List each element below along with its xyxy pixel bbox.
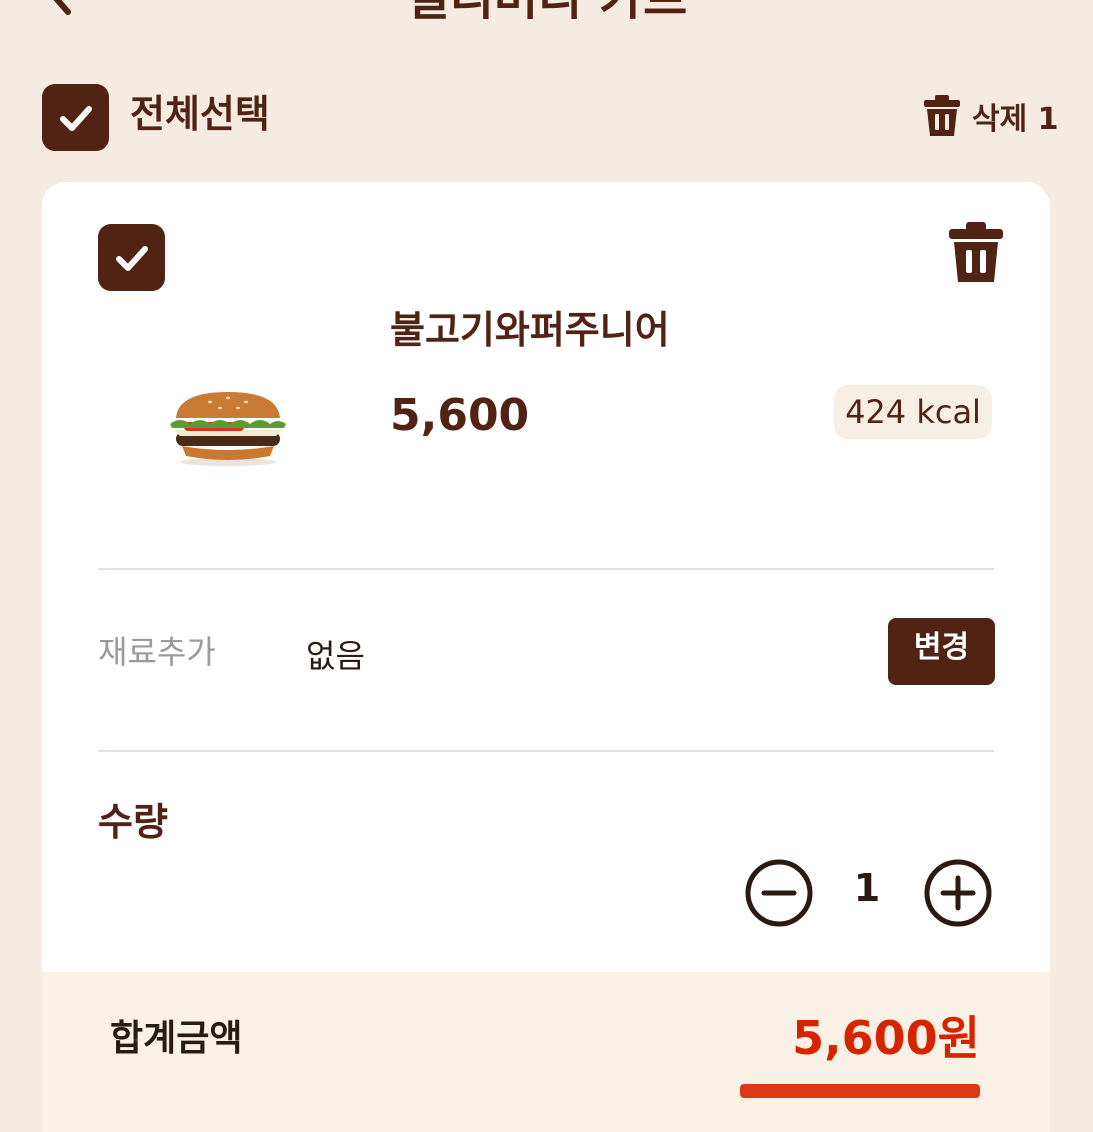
item-delete-button[interactable] xyxy=(946,220,1006,284)
top-bar: 딜리버리 카트 xyxy=(0,0,1093,26)
delete-selected-button[interactable]: 삭제 1 xyxy=(922,92,1059,140)
change-option-button[interactable]: 변경 xyxy=(888,618,995,685)
option-value: 없음 xyxy=(306,637,365,675)
item-checkbox[interactable] xyxy=(98,224,165,291)
total-subline-cutoff xyxy=(720,1074,980,1098)
divider xyxy=(98,750,994,752)
plus-circle-icon xyxy=(924,859,992,927)
check-icon xyxy=(115,245,148,271)
quantity-increase-button[interactable] xyxy=(923,858,993,928)
total-amount: 5,600원 xyxy=(792,1011,980,1065)
kcal-badge: 424 kcal xyxy=(834,385,992,439)
item-price: 5,600 xyxy=(390,390,530,441)
quantity-value: 1 xyxy=(853,866,881,910)
divider xyxy=(98,568,994,570)
trash-icon xyxy=(949,222,1003,282)
total-label: 합계금액 xyxy=(110,1018,243,1059)
option-label: 재료추가 xyxy=(98,633,216,671)
item-name: 불고기와퍼주니어 xyxy=(390,308,670,352)
burger-image xyxy=(166,390,290,466)
quantity-label: 수량 xyxy=(98,800,168,844)
cart-item-card: 불고기와퍼주니어 5,600 424 kcal 재료추가 없음 변경 수량 1 … xyxy=(42,182,1050,1132)
quantity-decrease-button[interactable] xyxy=(744,858,814,928)
check-icon xyxy=(59,105,92,131)
delete-selected-label: 삭제 1 xyxy=(972,102,1059,137)
trash-icon xyxy=(924,95,960,136)
total-panel: 합계금액 5,600원 xyxy=(42,972,1050,1132)
select-all-label: 전체선택 xyxy=(130,92,270,136)
minus-circle-icon xyxy=(745,859,813,927)
page-title: 딜리버리 카트 xyxy=(0,0,1093,26)
select-all-checkbox[interactable] xyxy=(42,84,109,151)
